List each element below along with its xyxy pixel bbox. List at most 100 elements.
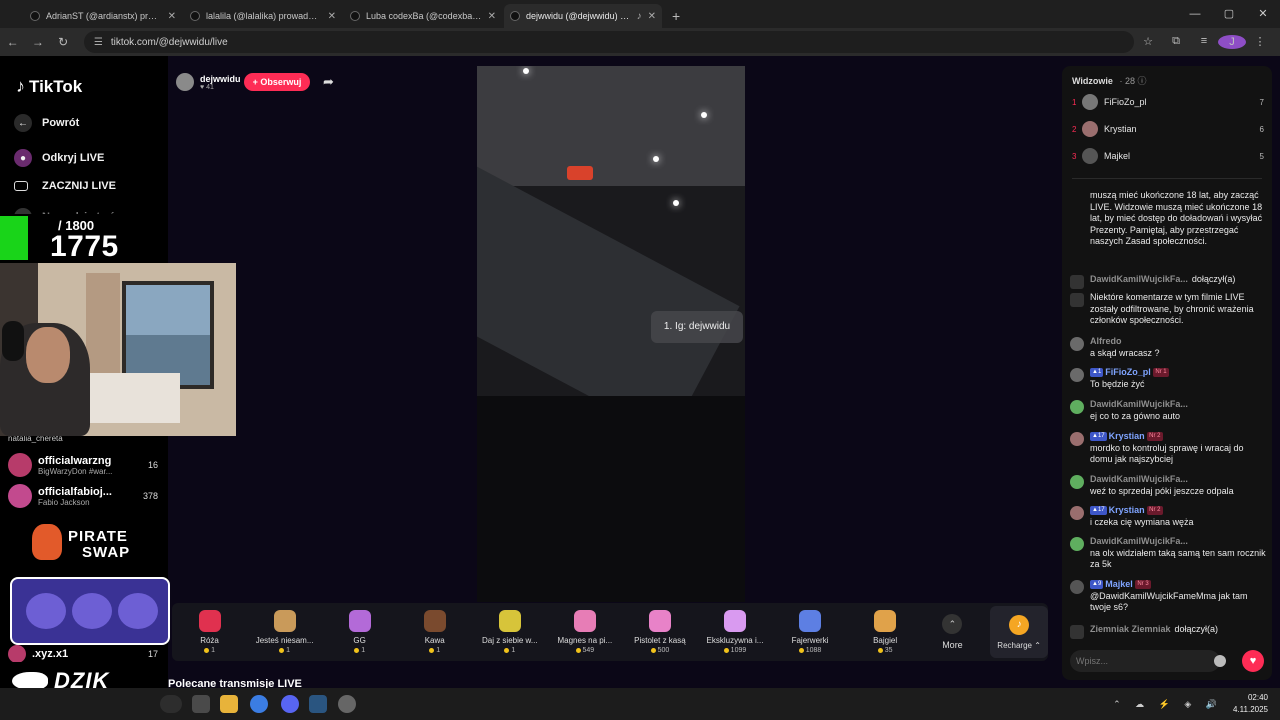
site-info-icon[interactable]: ☰: [94, 37, 103, 48]
top-viewer[interactable]: 3 Majkel 5: [1072, 148, 1264, 164]
close-tab-icon[interactable]: ✕: [328, 11, 336, 22]
message-text: dołączył(a): [1174, 624, 1219, 634]
chat-message[interactable]: DawidKamilWujcikFa... weź to sprzedaj pók…: [1068, 474, 1268, 497]
chat-message[interactable]: ▲17 Krystian Nr 2 mordko to kontroluj spra…: [1068, 431, 1268, 466]
terminal-icon[interactable]: [309, 695, 327, 713]
discord-icon[interactable]: [281, 695, 299, 713]
coin-icon: ♪: [1009, 614, 1030, 635]
top-viewer[interactable]: 2 Krystian 6: [1072, 121, 1264, 137]
account-item[interactable]: .xyz.x1 17: [8, 645, 158, 663]
message-body: DawidKamilWujcikFa... weź to sprzedaj pók…: [1090, 474, 1268, 497]
reload-icon[interactable]: ↻: [51, 35, 76, 49]
gift-item[interactable]: Bajgiel 35: [848, 610, 923, 654]
chat-message[interactable]: DawidKamilWujcikFa... ej co to za gówno a…: [1068, 399, 1268, 422]
video-dashboard: [477, 396, 745, 602]
speaker-icon[interactable]: ♪: [637, 11, 642, 22]
media-icon[interactable]: ≡: [1190, 35, 1218, 49]
avatar: [8, 645, 26, 663]
chat-message[interactable]: ▲1 FiFioZo_pl Nr 1 To będzie żyć: [1068, 367, 1268, 390]
host-likes: ♥ 41: [200, 83, 214, 91]
host-info[interactable]: dejwwidu ♥ 41: [176, 73, 241, 91]
menu-dots-icon[interactable]: ⋮: [1246, 35, 1274, 49]
viewer-score: 5: [1259, 151, 1264, 161]
video-light: [523, 68, 529, 74]
clock[interactable]: 02:40 4.11.2025: [1233, 692, 1268, 716]
bookmark-star-icon[interactable]: ☆: [1134, 35, 1162, 49]
chat-input[interactable]: [1070, 650, 1220, 672]
tiktok-note-icon: [1070, 293, 1084, 307]
gift-item[interactable]: Pistolet z kasą 500: [622, 610, 697, 654]
magnet-gift-icon: [573, 610, 596, 632]
task-view-icon[interactable]: [192, 695, 210, 713]
maximize-icon[interactable]: ▢: [1212, 0, 1246, 28]
level-value: 17: [1097, 433, 1105, 440]
viewer-score: 6: [1259, 124, 1264, 134]
discover-live-link[interactable]: ● Odkryj LIVE: [14, 149, 104, 167]
back-link[interactable]: ← Powrót: [14, 114, 79, 132]
gift-item[interactable]: Fajerwerki 1088: [773, 610, 848, 654]
gift-item[interactable]: GG 1: [322, 610, 397, 654]
gift-name: Ekskluzywna i...: [706, 636, 764, 645]
browser-tab[interactable]: AdrianST (@ardianstx) prowadzi LIVE ✕: [24, 4, 182, 28]
join-icon: [1070, 275, 1084, 289]
file-explorer-icon[interactable]: [220, 695, 238, 713]
gift-item[interactable]: Daj z siebie w... 1: [472, 610, 547, 654]
chrome-icon[interactable]: [250, 695, 268, 713]
tiktok-logo[interactable]: ♪ TikTok: [16, 76, 82, 97]
account-item[interactable]: officialfabioj... Fabio Jackson 378: [8, 484, 158, 508]
close-window-icon[interactable]: ✕: [1246, 0, 1280, 28]
avatar: [8, 453, 32, 477]
back-arrow-icon[interactable]: ←: [0, 35, 25, 49]
gift-item[interactable]: Magnes na pi... 549: [547, 610, 622, 654]
level-badge: ▲17: [1090, 506, 1107, 516]
account-item[interactable]: officialwarzng BigWarzyDon #war... 16: [8, 453, 158, 477]
level-badge: ▲17: [1090, 432, 1107, 442]
address-bar[interactable]: ☰ tiktok.com/@dejwwidu/live: [83, 31, 1135, 53]
browser-tab-active[interactable]: dejwwidu (@dejwwidu) prowadzi LIVE ♪ ✕: [504, 4, 662, 28]
minimize-icon[interactable]: —: [1178, 0, 1212, 28]
gift-item[interactable]: Ekskluzywna i... 1099: [697, 610, 772, 654]
top-viewer[interactable]: 1 FiFioZo_pl 7: [1072, 94, 1264, 110]
brand-name: TikTok: [29, 76, 83, 96]
discover-label: Odkryj LIVE: [42, 152, 105, 164]
gift-item[interactable]: Jesteś niesam... 1: [247, 610, 322, 654]
go-live-link[interactable]: ZACZNIJ LIVE: [14, 180, 116, 192]
heart-like-button[interactable]: ♥: [1242, 650, 1264, 672]
emoji-icon[interactable]: [1214, 655, 1226, 667]
close-tab-icon[interactable]: ✕: [168, 11, 176, 22]
live-icon: ●: [14, 149, 32, 167]
avatar: [1082, 148, 1098, 164]
browser-tab[interactable]: Luba codexBa (@codexba369) ✕: [344, 4, 502, 28]
chat-message[interactable]: ▲9 Majkel Nr 3 @DawidKamilWujcikFameMma ja…: [1068, 579, 1268, 614]
tray-icons[interactable]: ⌃ ☁ ⚡ ◈ 🔊: [1113, 699, 1223, 710]
search-pill[interactable]: [160, 695, 182, 713]
screen: AdrianST (@ardianstx) prowadzi LIVE ✕ lal…: [0, 0, 1280, 720]
follow-button[interactable]: + Obserwuj: [244, 73, 310, 91]
close-tab-icon[interactable]: ✕: [648, 11, 656, 22]
rank-badge: Nr 2: [1147, 432, 1163, 442]
viewer-rank: 2: [1072, 124, 1077, 134]
new-tab-button[interactable]: +: [672, 4, 680, 28]
browser-tab[interactable]: lalalila (@lalalika) prowadzi LIVE ✕: [184, 4, 342, 28]
share-arrow-icon[interactable]: ➦: [323, 74, 334, 90]
gift-item[interactable]: Róża 1: [172, 610, 247, 654]
profile-avatar[interactable]: J: [1218, 35, 1247, 49]
close-tab-icon[interactable]: ✕: [488, 11, 496, 22]
message-body: Alfredo a skąd wracasz ?: [1090, 336, 1268, 359]
forward-arrow-icon[interactable]: →: [25, 35, 50, 49]
chat-join-message: Ziemniak Ziemniak dołączył(a): [1068, 624, 1268, 639]
message-text: To będzie żyć: [1090, 378, 1145, 389]
chat-message[interactable]: Alfredo a skąd wracasz ?: [1068, 336, 1268, 359]
recharge-label: Recharge ⌃: [997, 640, 1041, 650]
obs-icon[interactable]: [338, 695, 356, 713]
gift-item[interactable]: Kawa 1: [397, 610, 472, 654]
more-gifts-button[interactable]: ⌃ More: [923, 614, 983, 650]
windows-taskbar: ⌃ ☁ ⚡ ◈ 🔊 02:40 4.11.2025: [0, 688, 1280, 720]
gift-name: Pistolet z kasą: [634, 636, 686, 645]
goal-counter-overlay: / 1800 1775: [0, 214, 136, 263]
extensions-icon[interactable]: ⧉: [1162, 35, 1190, 49]
chat-message[interactable]: DawidKamilWujcikFa... na olx widziałem ta…: [1068, 536, 1268, 571]
chat-message[interactable]: ▲17 Krystian Nr 2i czeka cię wymiana węża: [1068, 505, 1268, 528]
gift-price: 1: [429, 647, 440, 654]
recharge-button[interactable]: ♪ Recharge ⌃: [990, 606, 1048, 658]
